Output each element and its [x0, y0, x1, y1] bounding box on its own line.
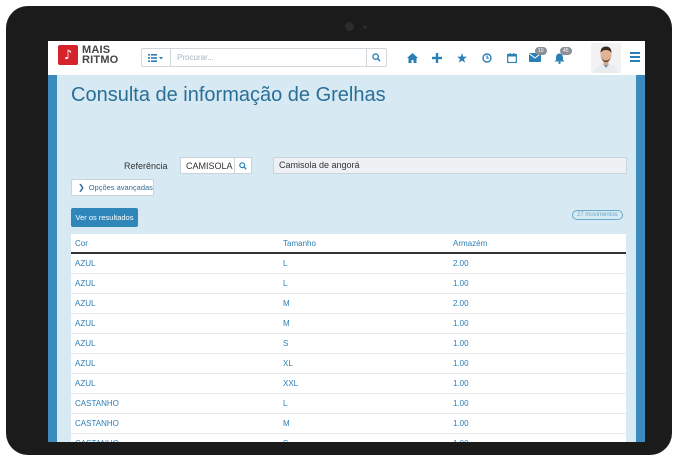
warehouse-cell: 2.00 [453, 299, 469, 308]
camera-lens [345, 22, 354, 31]
table-body: AZUL L 2.00 AZUL L 1.00 AZUL M 2.00 AZUL M 1.00 AZUL… [71, 254, 626, 442]
mail-icon[interactable]: 10 [529, 47, 547, 64]
warehouse-cell: 1.00 [453, 319, 469, 328]
search-icon [372, 53, 381, 62]
table-row[interactable]: AZUL S 1.00 [71, 334, 626, 354]
color-cell: AZUL [75, 299, 96, 308]
table-row[interactable]: AZUL L 2.00 [71, 254, 626, 274]
notification-count-badge: 45 [560, 47, 572, 55]
size-cell: L [283, 279, 288, 288]
bell-icon[interactable]: 45 [554, 47, 572, 64]
table-row[interactable]: AZUL M 2.00 [71, 294, 626, 314]
color-cell: AZUL [75, 339, 96, 348]
tablet-frame: ♪ MAIS RITMO Procurar... 10 45 Consulta … [6, 6, 672, 455]
home-icon[interactable] [406, 51, 418, 64]
clock-icon[interactable] [481, 51, 493, 64]
reference-label: Referência [124, 161, 168, 171]
advanced-options-button[interactable]: ❯ Opções avançadas [71, 179, 154, 196]
column-header-color[interactable]: Cor [71, 239, 283, 248]
warehouse-cell: 1.00 [453, 379, 469, 388]
table-row[interactable]: CASTANHOS1.00 [71, 434, 626, 442]
search-button[interactable] [366, 49, 386, 66]
chevron-right-icon: ❯ [78, 183, 85, 192]
size-cell: XL [283, 359, 293, 368]
movements-count-badge: 27 movimentos [572, 210, 623, 220]
color-cell: AZUL [75, 379, 96, 388]
search-icon [239, 161, 247, 170]
warehouse-cell: 1.00 [453, 279, 469, 288]
search-scope-menu[interactable] [142, 49, 171, 66]
size-cell: M [283, 419, 290, 428]
size-cell: M [283, 319, 290, 328]
warehouse-cell: 1.00 [453, 419, 469, 428]
table-row[interactable]: AZUL L 1.00 [71, 274, 626, 294]
color-cell: AZUL [75, 359, 96, 368]
color-cell: CASTANHO [75, 399, 119, 408]
size-cell: S [283, 439, 453, 442]
warehouse-cell: 1.00 [453, 399, 469, 408]
reference-value: CAMISOLA [186, 160, 233, 171]
camera-sensor [363, 25, 367, 29]
size-cell: S [283, 339, 289, 348]
add-icon[interactable] [431, 51, 443, 64]
brand-logo[interactable]: ♪ MAIS RITMO [58, 45, 119, 66]
warehouse-cell: 1.00 [453, 339, 469, 348]
column-header-warehouse[interactable]: Armazém [453, 239, 626, 248]
size-cell: L [283, 399, 288, 408]
size-cell: L [283, 259, 288, 268]
app-screen: ♪ MAIS RITMO Procurar... 10 45 Consulta … [48, 41, 645, 442]
size-cell: XXL [283, 379, 299, 388]
list-dropdown-icon [148, 53, 163, 62]
logo-text-line2: RITMO [82, 54, 119, 66]
music-note-icon: ♪ [58, 45, 78, 65]
table-row[interactable]: AZUL XXL 1.00 [71, 374, 626, 394]
warehouse-cell: 1.00 [453, 439, 626, 442]
table-header: Cor Tamanho Armazém [71, 234, 626, 254]
color-cell: CASTANHO [75, 419, 119, 428]
results-table: Cor Tamanho Armazém AZUL L 2.00 AZUL L 1.00 AZ… [71, 234, 626, 442]
star-icon[interactable] [456, 51, 468, 64]
top-navbar: ♪ MAIS RITMO Procurar... 10 45 [48, 41, 645, 75]
color-cell: CASTANHO [71, 439, 283, 442]
view-results-button[interactable]: Ver os resultados [71, 208, 138, 227]
search-bar [141, 48, 387, 67]
user-avatar[interactable] [591, 43, 621, 73]
size-cell: M [283, 299, 290, 308]
description-field: Camisola de angorá [273, 157, 627, 174]
column-header-size[interactable]: Tamanho [283, 239, 453, 248]
search-input[interactable] [171, 49, 366, 66]
warehouse-cell: 1.00 [453, 359, 469, 368]
table-row[interactable]: AZUL M 1.00 [71, 314, 626, 334]
color-cell: AZUL [75, 259, 96, 268]
page-title: Consulta de informação de Grelhas [71, 84, 386, 106]
main-content: Consulta de informação de Grelhas Referê… [57, 75, 636, 442]
calendar-icon[interactable] [506, 51, 518, 64]
color-cell: AZUL [75, 319, 96, 328]
mail-count-badge: 10 [535, 47, 547, 55]
hamburger-menu-icon[interactable] [630, 52, 640, 62]
table-row[interactable]: CASTANHO L 1.00 [71, 394, 626, 414]
table-row[interactable]: AZUL XL 1.00 [71, 354, 626, 374]
color-cell: AZUL [75, 279, 96, 288]
reference-field[interactable]: CAMISOLA [180, 157, 252, 174]
warehouse-cell: 2.00 [453, 259, 469, 268]
table-row[interactable]: CASTANHO M 1.00 [71, 414, 626, 434]
advanced-options-label: Opções avançadas [88, 183, 153, 192]
reference-search-button[interactable] [234, 158, 251, 173]
